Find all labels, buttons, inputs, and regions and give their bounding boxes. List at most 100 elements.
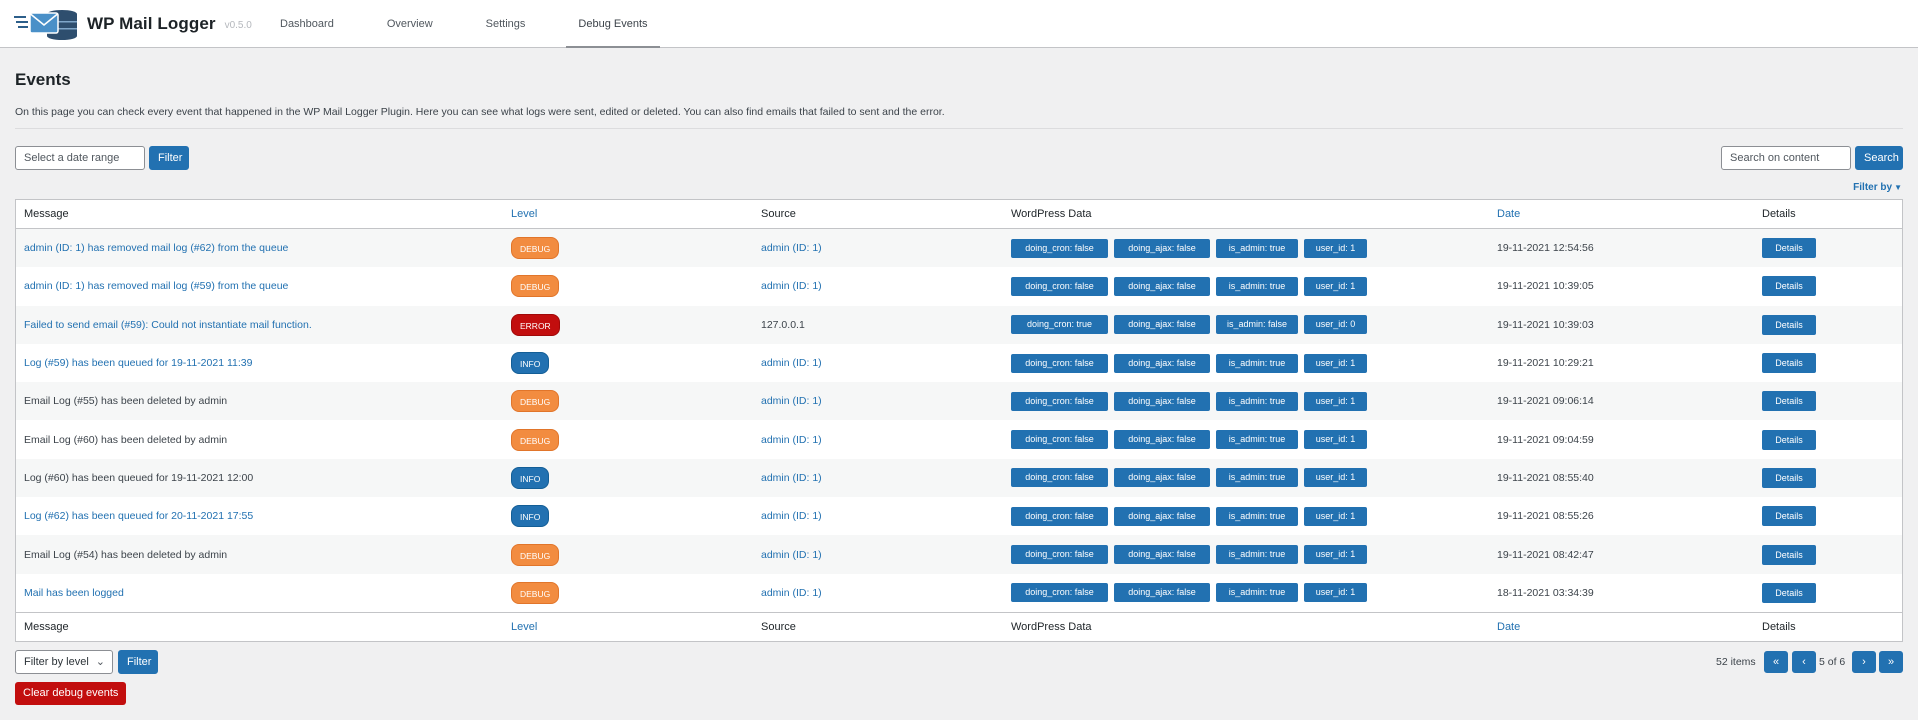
event-message[interactable]: Log (#59) has been queued for 19-11-2021…: [24, 344, 252, 382]
event-source[interactable]: admin (ID: 1): [761, 267, 822, 305]
wp-chip-doing-ajax[interactable]: doing_ajax: false: [1114, 391, 1210, 411]
wp-chip-doing-cron[interactable]: doing_cron: true: [1011, 315, 1108, 335]
details-cell: Details: [1762, 229, 1816, 267]
details-button[interactable]: Details: [1762, 506, 1816, 527]
event-date: 19-11-2021 12:54:56: [1497, 242, 1594, 255]
wp-chip-user-id[interactable]: user_id: 1: [1304, 276, 1367, 296]
wp-chip-is-admin[interactable]: is_admin: true: [1216, 276, 1298, 296]
wp-chip-user-id[interactable]: user_id: 0: [1304, 315, 1367, 335]
clear-debug-events-button[interactable]: Clear debug events: [15, 682, 127, 705]
event-message[interactable]: Failed to send email (#59): Could not in…: [24, 306, 312, 344]
wp-chip-is-admin[interactable]: is_admin: true: [1216, 468, 1298, 488]
wp-chip-user-id[interactable]: user_id: 1: [1304, 583, 1367, 603]
date-range-input[interactable]: [15, 146, 145, 170]
details-button[interactable]: Details: [1762, 391, 1816, 412]
event-date: 19-11-2021 10:39:03: [1497, 318, 1594, 331]
wp-chip-is-admin[interactable]: is_admin: true: [1216, 583, 1298, 603]
wp-chip-user-id[interactable]: user_id: 1: [1304, 468, 1367, 488]
wp-chip-doing-cron[interactable]: doing_cron: false: [1011, 430, 1108, 450]
col-footer-date[interactable]: Date: [1497, 613, 1520, 641]
event-date: 19-11-2021 08:42:47: [1497, 548, 1594, 561]
col-footer-level[interactable]: Level: [511, 613, 537, 641]
wp-chip-doing-cron[interactable]: doing_cron: false: [1011, 545, 1108, 565]
wp-chip-is-admin[interactable]: is_admin: true: [1216, 506, 1298, 526]
wp-chip-doing-cron[interactable]: doing_cron: false: [1011, 238, 1108, 258]
level-cell: INFO: [511, 459, 550, 497]
event-message: Email Log (#60) has been deleted by admi…: [24, 433, 228, 446]
tab-dashboard[interactable]: Dashboard: [268, 0, 346, 48]
event-message[interactable]: Log (#62) has been queued for 20-11-2021…: [24, 497, 253, 535]
wp-chip-doing-ajax[interactable]: doing_ajax: false: [1114, 545, 1210, 565]
app-version: v0.5.0: [224, 20, 252, 31]
details-button[interactable]: Details: [1762, 314, 1816, 335]
table-row: Email Log (#60) has been deleted by admi…: [16, 420, 1902, 459]
details-button[interactable]: Details: [1762, 467, 1816, 488]
details-button[interactable]: Details: [1762, 429, 1816, 450]
wp-chip-doing-ajax[interactable]: doing_ajax: false: [1114, 276, 1210, 296]
wp-chip-doing-ajax[interactable]: doing_ajax: false: [1114, 238, 1210, 258]
tab-debug-events[interactable]: Debug Events: [566, 0, 660, 48]
level-filter-button[interactable]: Filter: [118, 650, 158, 674]
wp-chip-user-id[interactable]: user_id: 1: [1304, 391, 1367, 411]
wp-chip-user-id[interactable]: user_id: 1: [1304, 506, 1367, 526]
details-button[interactable]: Details: [1762, 582, 1816, 603]
details-button[interactable]: Details: [1762, 544, 1816, 565]
event-message: Log (#60) has been queued for 19-11-2021…: [24, 471, 254, 484]
wp-chip-doing-cron[interactable]: doing_cron: false: [1011, 506, 1108, 526]
level-filter-select[interactable]: Filter by level ⌄: [15, 650, 113, 674]
wp-chip-user-id[interactable]: user_id: 1: [1304, 545, 1367, 565]
wp-chip-doing-cron[interactable]: doing_cron: false: [1011, 391, 1108, 411]
event-source[interactable]: admin (ID: 1): [761, 574, 822, 612]
wp-chip-doing-ajax[interactable]: doing_ajax: false: [1114, 353, 1210, 373]
wp-chip-is-admin[interactable]: is_admin: false: [1216, 315, 1298, 335]
event-message[interactable]: admin (ID: 1) has removed mail log (#62)…: [24, 229, 288, 267]
wp-chip-user-id[interactable]: user_id: 1: [1304, 430, 1367, 450]
wp-chip-doing-ajax[interactable]: doing_ajax: false: [1114, 315, 1210, 335]
wp-chip-is-admin[interactable]: is_admin: true: [1216, 353, 1298, 373]
tab-settings[interactable]: Settings: [474, 0, 538, 48]
wp-chip-is-admin[interactable]: is_admin: true: [1216, 391, 1298, 411]
col-header-message: Message: [24, 208, 69, 220]
date-filter-button[interactable]: Filter: [149, 146, 189, 170]
details-cell: Details: [1762, 267, 1816, 305]
details-button[interactable]: Details: [1762, 276, 1816, 297]
wp-chip-doing-ajax[interactable]: doing_ajax: false: [1114, 468, 1210, 488]
event-source[interactable]: admin (ID: 1): [761, 420, 822, 458]
wp-chip-doing-ajax[interactable]: doing_ajax: false: [1114, 506, 1210, 526]
wp-chip-doing-cron[interactable]: doing_cron: false: [1011, 583, 1108, 603]
wp-chip-doing-cron[interactable]: doing_cron: false: [1011, 276, 1108, 296]
last-page-button[interactable]: »: [1879, 651, 1903, 673]
event-source[interactable]: admin (ID: 1): [761, 229, 822, 267]
details-button[interactable]: Details: [1762, 353, 1816, 374]
prev-page-button[interactable]: ‹: [1792, 651, 1816, 673]
wp-chip-doing-cron[interactable]: doing_cron: false: [1011, 468, 1108, 488]
tab-overview[interactable]: Overview: [375, 0, 445, 48]
search-input[interactable]: [1721, 146, 1851, 170]
wp-chip-doing-cron[interactable]: doing_cron: false: [1011, 353, 1108, 373]
event-source[interactable]: admin (ID: 1): [761, 497, 822, 535]
filter-by-toggle[interactable]: Filter by ▼: [1853, 182, 1902, 193]
event-message[interactable]: Mail has been logged: [24, 574, 124, 612]
event-source[interactable]: admin (ID: 1): [761, 344, 822, 382]
first-page-button[interactable]: «: [1764, 651, 1788, 673]
event-source[interactable]: admin (ID: 1): [761, 382, 822, 420]
wp-chip-user-id[interactable]: user_id: 1: [1304, 353, 1367, 373]
wp-chip-user-id[interactable]: user_id: 1: [1304, 238, 1367, 258]
event-message[interactable]: admin (ID: 1) has removed mail log (#59)…: [24, 267, 288, 305]
wp-chip-is-admin[interactable]: is_admin: true: [1216, 430, 1298, 450]
brand[interactable]: WP Mail Logger v0.5.0: [14, 7, 252, 41]
event-source[interactable]: admin (ID: 1): [761, 535, 822, 573]
wp-chip-is-admin[interactable]: is_admin: true: [1216, 238, 1298, 258]
next-page-button[interactable]: ›: [1852, 651, 1876, 673]
wp-chip-doing-ajax[interactable]: doing_ajax: false: [1114, 583, 1210, 603]
col-header-level[interactable]: Level: [511, 200, 537, 228]
level-cell: DEBUG: [511, 420, 560, 458]
wp-chip-doing-ajax[interactable]: doing_ajax: false: [1114, 430, 1210, 450]
table-footer: Message Level Source WordPress Data Date…: [16, 611, 1902, 641]
wp-chip-is-admin[interactable]: is_admin: true: [1216, 545, 1298, 565]
search-button[interactable]: Search: [1855, 146, 1903, 170]
col-header-date[interactable]: Date: [1497, 200, 1520, 228]
event-source[interactable]: admin (ID: 1): [761, 459, 822, 497]
details-button[interactable]: Details: [1762, 238, 1816, 259]
items-count: 52 items: [1716, 656, 1756, 668]
